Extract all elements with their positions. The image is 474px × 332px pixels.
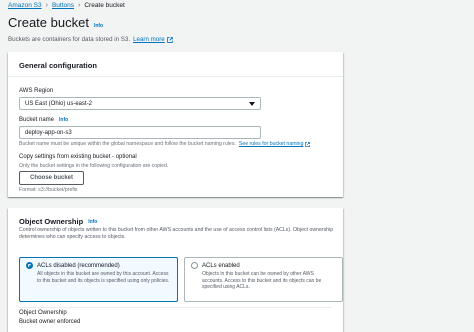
external-link-icon bbox=[166, 36, 173, 43]
bucket-name-hint: Bucket name must be unique within the gl… bbox=[19, 141, 311, 147]
bucket-name-label-row: Bucket name Info bbox=[19, 117, 68, 123]
chevron-right-icon: › bbox=[45, 2, 48, 9]
page-title-text: Create bucket bbox=[8, 15, 89, 30]
object-ownership-header: Object Ownership Info bbox=[8, 208, 343, 228]
object-ownership-info-link[interactable]: Info bbox=[88, 219, 97, 225]
caret-down-icon bbox=[249, 101, 255, 106]
format-hint: Format: s3://bucket/prefix bbox=[19, 187, 78, 193]
acls-enabled-text: Objects in this bucket can be owned by o… bbox=[202, 271, 322, 290]
general-configuration-panel: General configuration AWS Region US East… bbox=[8, 52, 343, 197]
learn-more-link[interactable]: Learn more bbox=[133, 36, 165, 43]
copy-settings-label: Copy settings from existing bucket - opt… bbox=[19, 154, 137, 160]
acls-enabled-title: ACLs enabled bbox=[202, 262, 240, 269]
object-ownership-title: Object Ownership bbox=[19, 217, 84, 226]
region-select[interactable]: US East (Ohio) us-east-2 bbox=[19, 97, 261, 110]
ownership-divider bbox=[19, 307, 332, 308]
acls-disabled-title: ACLs disabled (recommended) bbox=[37, 262, 120, 269]
acls-disabled-title-row: ACLs disabled (recommended) bbox=[26, 262, 171, 269]
acls-enabled-option[interactable]: ACLs enabled Objects in this bucket can … bbox=[184, 257, 343, 302]
radio-unchecked-icon[interactable] bbox=[191, 262, 198, 269]
copy-settings-hint: Only the bucket settings in the followin… bbox=[19, 163, 169, 169]
page-description: Buckets are containers for data stored i… bbox=[8, 36, 173, 43]
general-configuration-header: General configuration bbox=[8, 52, 343, 77]
bucket-name-hint-text: Bucket name must be unique within the gl… bbox=[19, 141, 236, 147]
acls-disabled-text: All objects in this bucket are owned by … bbox=[37, 271, 170, 284]
page-description-text: Buckets are containers for data stored i… bbox=[8, 36, 131, 43]
chevron-right-icon: › bbox=[78, 2, 81, 9]
radio-checked-icon[interactable] bbox=[26, 262, 33, 269]
bucket-name-label: Bucket name bbox=[19, 117, 55, 123]
choose-bucket-button[interactable]: Choose bucket bbox=[19, 171, 84, 185]
breadcrumb-create-bucket: Create bucket bbox=[84, 2, 125, 9]
bucket-name-value: deploy-app-on-s3 bbox=[25, 129, 72, 136]
bucket-naming-rules-link[interactable]: See rules for bucket naming bbox=[239, 141, 304, 147]
bucket-name-info-link[interactable]: Info bbox=[59, 117, 68, 123]
external-link-icon bbox=[305, 141, 311, 147]
region-label: AWS Region bbox=[19, 88, 54, 94]
bucket-name-input[interactable]: deploy-app-on-s3 bbox=[19, 126, 261, 139]
object-ownership-result-value: Bucket owner enforced bbox=[19, 319, 81, 325]
object-ownership-description: Control ownership of objects written to … bbox=[19, 227, 334, 240]
breadcrumb-buckets[interactable]: Buttons bbox=[52, 2, 74, 10]
breadcrumb-amazon-s3[interactable]: Amazon S3 bbox=[8, 2, 42, 10]
object-ownership-result-label: Object Ownership bbox=[19, 310, 67, 316]
acls-disabled-option[interactable]: ACLs disabled (recommended) All objects … bbox=[19, 257, 178, 302]
acls-enabled-title-row: ACLs enabled bbox=[191, 262, 336, 269]
title-info-link[interactable]: Info bbox=[94, 23, 103, 29]
page-title: Create bucket Info bbox=[8, 15, 103, 30]
breadcrumb: Amazon S3 › Buttons › Create bucket bbox=[8, 2, 125, 10]
object-ownership-panel: Object Ownership Info Control ownership … bbox=[8, 208, 343, 332]
region-value: US East (Ohio) us-east-2 bbox=[25, 100, 93, 107]
